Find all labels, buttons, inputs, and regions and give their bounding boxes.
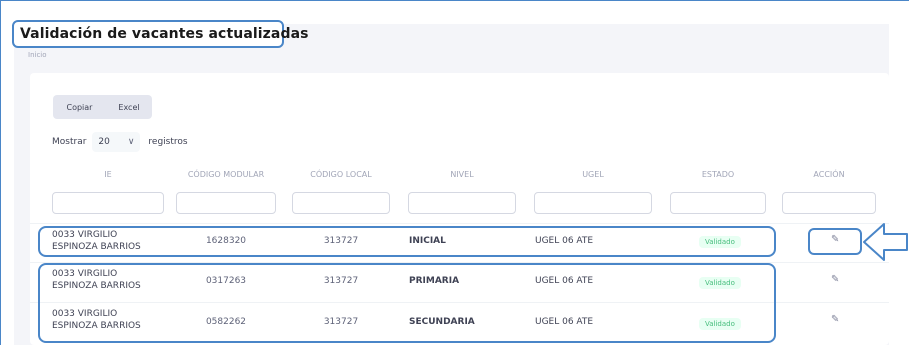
filter-input-accion[interactable] bbox=[782, 192, 876, 214]
filter-input-nivel[interactable] bbox=[408, 192, 516, 214]
column-header-codigo-modular[interactable]: CÓDIGO MODULAR bbox=[176, 170, 276, 179]
filter-input-estado[interactable] bbox=[670, 192, 766, 214]
filter-input-ie[interactable] bbox=[52, 192, 164, 214]
column-header-ugel[interactable]: UGEL bbox=[534, 170, 652, 179]
edit-icon[interactable]: ✎ bbox=[831, 274, 839, 285]
copy-button[interactable]: Copiar bbox=[53, 95, 106, 119]
column-header-codigo-local[interactable]: CÓDIGO LOCAL bbox=[292, 170, 390, 179]
export-button-group: Copiar Excel bbox=[53, 95, 152, 119]
row-highlight bbox=[38, 226, 776, 257]
filter-input-codigo-modular[interactable] bbox=[176, 192, 276, 214]
page-title: Validación de vacantes actualizadas bbox=[20, 26, 309, 42]
page-length-value: 20 bbox=[98, 137, 110, 147]
chevron-down-icon: ∨ bbox=[127, 137, 135, 147]
filter-input-codigo-local[interactable] bbox=[292, 192, 390, 214]
length-prefix: Mostrar bbox=[52, 137, 87, 147]
left-arrow-icon bbox=[863, 223, 908, 261]
breadcrumb[interactable]: Inicio bbox=[28, 51, 47, 59]
edit-highlight bbox=[808, 228, 862, 255]
length-suffix: registros bbox=[148, 137, 188, 147]
column-header-estado[interactable]: ESTADO bbox=[670, 170, 766, 179]
row-divider bbox=[30, 223, 889, 224]
column-header-accion[interactable]: ACCIÓN bbox=[782, 170, 876, 179]
page-length-select[interactable]: 20 ∨ bbox=[92, 132, 141, 152]
filter-input-ugel[interactable] bbox=[534, 192, 652, 214]
page-length-control: Mostrar 20 ∨ registros bbox=[52, 132, 188, 152]
column-header-ie[interactable]: IE bbox=[52, 170, 164, 179]
excel-button[interactable]: Excel bbox=[106, 95, 152, 119]
edit-icon[interactable]: ✎ bbox=[831, 314, 839, 325]
column-header-nivel[interactable]: NIVEL bbox=[408, 170, 516, 179]
rows-highlight bbox=[38, 263, 776, 343]
